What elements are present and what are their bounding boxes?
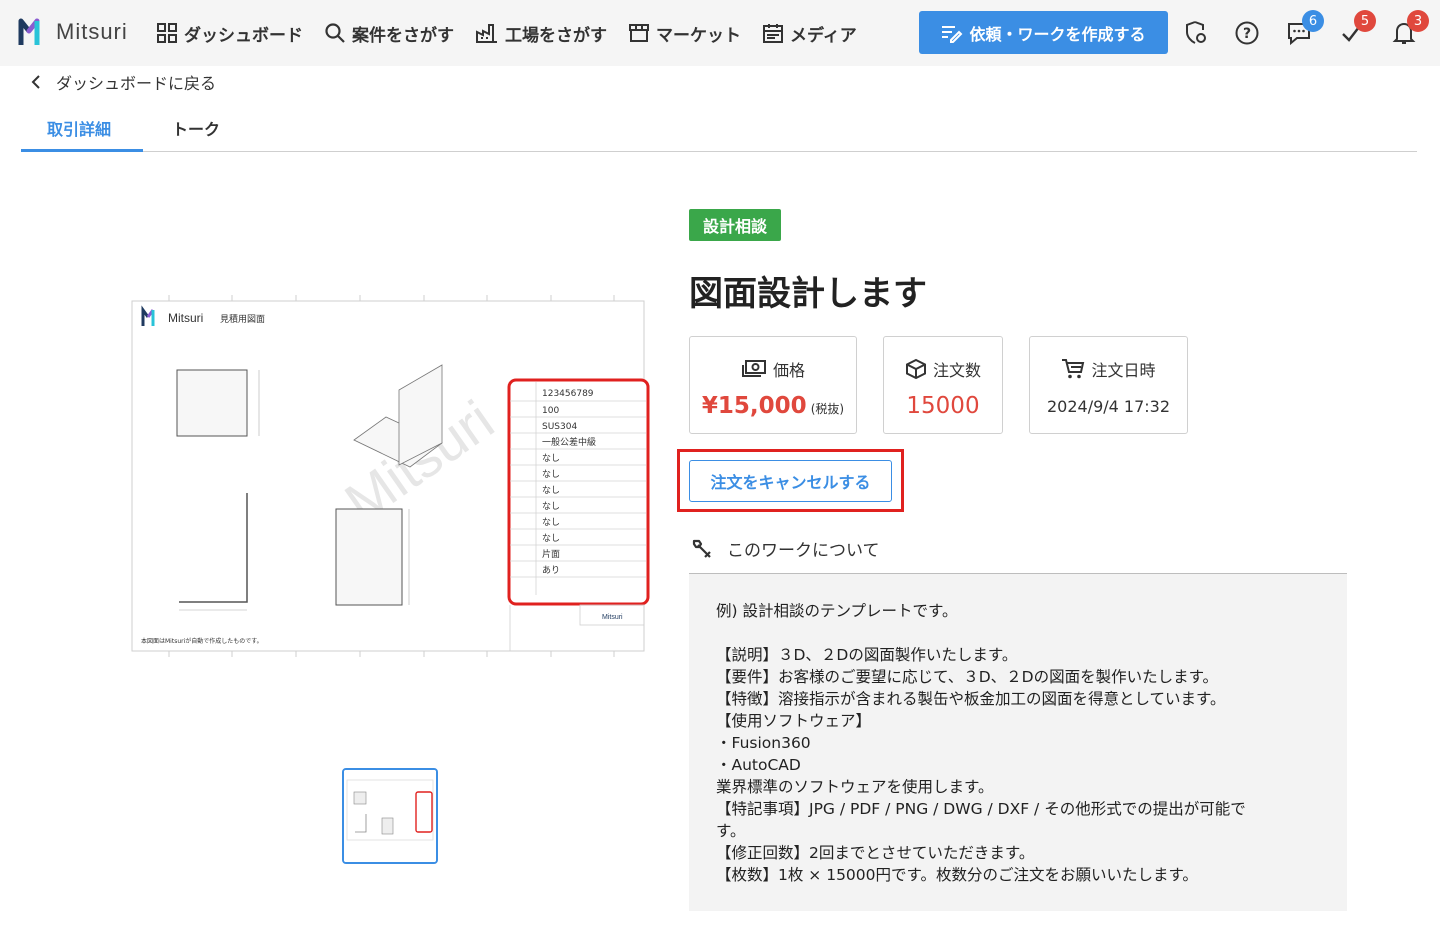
order-count-card-label: 注文数 [884, 357, 1002, 381]
detail-tabs: 取引詳細 トーク [21, 112, 1417, 152]
nav-find-factories[interactable]: 工場をさがす [475, 21, 607, 46]
sheet-title: 見積用図面 [220, 313, 265, 325]
spec-value: なし [542, 485, 560, 496]
store-icon [629, 24, 649, 42]
tasks-badge: 5 [1354, 10, 1376, 32]
shield-settings-button[interactable] [1181, 18, 1211, 48]
spec-value: 123456789 [542, 389, 594, 399]
active-tab-indicator [21, 149, 143, 152]
drawing-thumbnail[interactable] [342, 768, 438, 864]
notifications-button[interactable]: 3 [1389, 10, 1429, 48]
nav-find-projects-label: 案件をさがす [352, 25, 454, 46]
nav-media-label: メディア [790, 25, 857, 46]
edit-list-icon [942, 25, 963, 43]
spec-value: なし [542, 453, 560, 464]
about-work-heading-text: このワークについて [727, 541, 880, 561]
price-card-label: 価格 [690, 357, 856, 381]
top-header: Mitsuri ダッシュボード 案件をさがす 工場をさがす マーケット メディア… [0, 0, 1440, 66]
wrench-icon [692, 539, 711, 558]
sheet-small-brand: Mitsuri [602, 614, 623, 621]
search-icon [325, 23, 345, 43]
nav-dashboard-label: ダッシュボード [184, 25, 303, 46]
order-date-card: 注文日時 2024/9/4 17:32 [1029, 336, 1188, 434]
tab-transaction-details[interactable]: 取引詳細 [47, 116, 111, 140]
box-icon [905, 358, 926, 380]
spec-value: なし [542, 469, 560, 480]
spec-value: SUS304 [542, 422, 577, 432]
main-nav: ダッシュボード 案件をさがす 工場をさがす マーケット メディア [156, 0, 878, 66]
spec-value: 一般公差中級 [542, 436, 596, 448]
help-button[interactable]: ? [1232, 18, 1262, 48]
price-value-row: ¥15,000 (税抜) [690, 393, 856, 419]
about-work-description: 例) 設計相談のテンプレートです。 【説明】３D、２Dの図面製作いたします。 【… [716, 602, 1246, 884]
sheet-brand: Mitsuri [168, 311, 203, 325]
mitsuri-logo-icon [18, 18, 40, 45]
back-link[interactable]: ダッシュボードに戻る [30, 70, 216, 94]
order-date-label-text: 注文日時 [1091, 361, 1156, 380]
price-card: 価格 ¥15,000 (税抜) [689, 336, 857, 434]
order-date-value: 2024/9/4 17:32 [1046, 397, 1171, 416]
nav-find-projects[interactable]: 案件をさがす [324, 21, 454, 46]
nav-market-label: マーケット [656, 25, 741, 46]
drawing-preview-image[interactable]: Mitsuri 見積用図面 Mitsuri 123456789 100 SUS3… [124, 295, 654, 660]
tasks-button[interactable]: 5 [1336, 10, 1376, 48]
spec-value: あり [542, 565, 560, 576]
factory-icon [476, 24, 497, 43]
spec-value: 100 [542, 406, 559, 416]
order-count-value: 15000 [906, 393, 980, 419]
nav-dashboard[interactable]: ダッシュボード [156, 21, 303, 46]
spec-value: なし [542, 501, 560, 512]
price-tax-note: (税抜) [810, 402, 845, 416]
notifications-badge: 3 [1407, 10, 1429, 32]
messages-button[interactable]: 6 [1284, 10, 1324, 48]
spec-value: なし [542, 533, 560, 544]
about-work-panel: 例) 設計相談のテンプレートです。 【説明】３D、２Dの図面製作いたします。 【… [689, 573, 1347, 911]
create-request-button[interactable]: 依頼・ワークを作成する [919, 11, 1168, 54]
tab-talk[interactable]: トーク [172, 116, 220, 140]
nav-market[interactable]: マーケット [628, 21, 741, 46]
order-count-card: 注文数 15000 [883, 336, 1003, 434]
order-date-card-label: 注文日時 [1030, 357, 1187, 381]
back-link-label: ダッシュボードに戻る [56, 74, 217, 93]
money-icon [741, 360, 766, 377]
spec-value: 片面 [542, 548, 560, 560]
svg-text:?: ? [1243, 26, 1251, 42]
about-work-heading: このワークについて [691, 536, 880, 561]
brand-name: Mitsuri [56, 19, 128, 44]
order-count-label-text: 注文数 [932, 361, 981, 380]
cart-icon [1062, 359, 1085, 379]
thumbnail-preview-icon [344, 770, 436, 862]
shield-gear-icon [1186, 21, 1206, 44]
category-badge: 設計相談 [689, 209, 782, 241]
nav-media[interactable]: メディア [762, 21, 857, 46]
brand-logo[interactable]: Mitsuri [18, 17, 128, 47]
chevron-left-icon [31, 75, 40, 89]
create-request-label: 依頼・ワークを作成する [969, 24, 1146, 44]
messages-badge: 6 [1302, 10, 1324, 32]
price-label-text: 価格 [772, 361, 805, 380]
price-value: ¥15,000 [701, 393, 807, 419]
work-title: 図面設計します [689, 274, 927, 314]
sheet-footer-note: 本図面はMitsuriが自動で作成したものです。 [141, 637, 263, 645]
nav-find-factories-label: 工場をさがす [505, 25, 607, 46]
cancel-order-button[interactable]: 注文をキャンセルする [689, 460, 892, 502]
spec-value: なし [542, 517, 560, 528]
help-icon: ? [1235, 21, 1259, 45]
grid-icon [157, 23, 177, 43]
calendar-icon [763, 24, 783, 43]
